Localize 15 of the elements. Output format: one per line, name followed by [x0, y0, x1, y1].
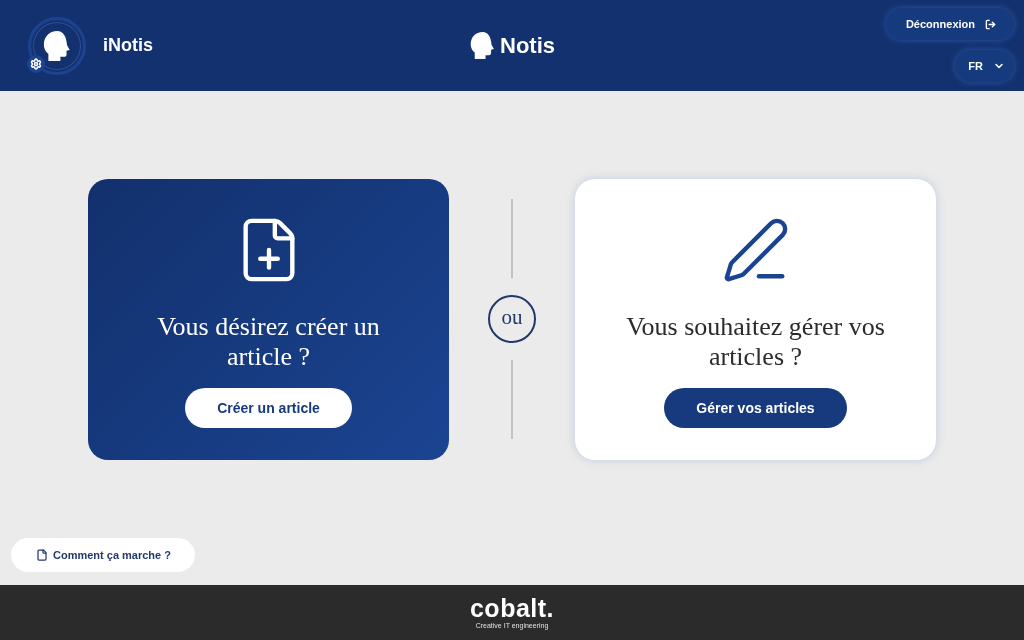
card-button[interactable]: Créer un article	[185, 388, 352, 428]
or-label: ou	[488, 295, 536, 343]
card-button[interactable]: Gérer vos articles	[664, 388, 847, 428]
card-title: Vous souhaitez gérer vos articles ?	[625, 312, 886, 372]
head-icon	[42, 30, 72, 61]
footer-logo: cobalt.	[469, 595, 555, 621]
help-button[interactable]: Comment ça marche ?	[11, 538, 195, 572]
brand-name: Notis	[500, 32, 555, 59]
brand-logo-icon	[469, 32, 496, 59]
document-icon	[36, 549, 48, 561]
logout-icon	[985, 18, 996, 30]
app-name: iNotis	[103, 35, 153, 56]
card-title: Vous désirez créer un article ?	[156, 312, 381, 372]
language-select[interactable]: FR	[955, 50, 1014, 82]
logout-button[interactable]: Déconnexion	[885, 8, 1014, 40]
